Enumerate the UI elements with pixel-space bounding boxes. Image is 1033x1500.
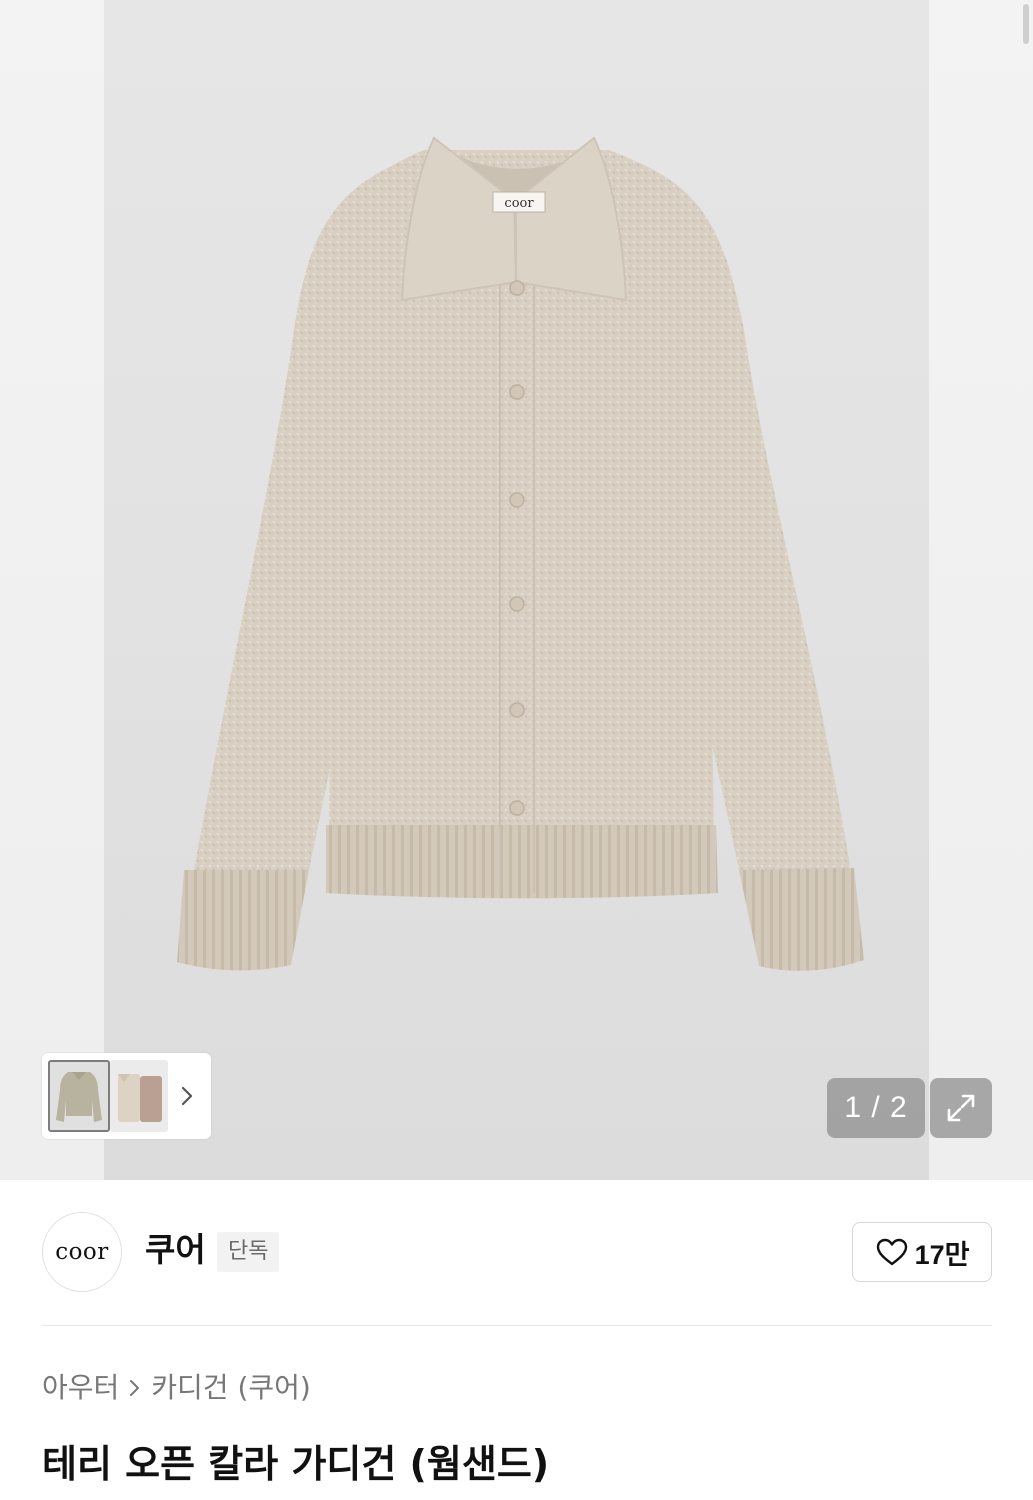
breadcrumb: 아우터 카디건 (쿠어) [42, 1368, 311, 1408]
gallery-edge-right [929, 0, 1033, 1180]
exclusive-badge: 단독 [217, 1232, 280, 1272]
breadcrumb-item-cardigan[interactable]: 카디건 (쿠어) [151, 1368, 311, 1408]
expand-button[interactable] [930, 1078, 992, 1138]
product-image-gallery[interactable]: coor 1 / 2 [0, 0, 1033, 1180]
divider [42, 1325, 992, 1326]
chevron-right-icon [129, 1378, 141, 1398]
thumbnail-strip[interactable] [42, 1053, 211, 1139]
chevron-right-icon[interactable] [180, 1086, 194, 1106]
breadcrumb-item-outer[interactable]: 아우터 [42, 1368, 119, 1408]
garment-label-text: coor [504, 196, 534, 211]
image-counter: 1 / 2 [827, 1078, 925, 1138]
like-count: 17만 [914, 1239, 970, 1270]
expand-arrows-icon [947, 1094, 975, 1122]
scrollbar[interactable] [1023, 4, 1029, 44]
thumbnail-1[interactable] [48, 1060, 110, 1132]
heart-outline-icon [876, 1238, 907, 1266]
gallery-edge-left [0, 0, 104, 1180]
brand-logo[interactable]: coor [42, 1212, 122, 1292]
cardigan-image: coor [177, 136, 864, 971]
brand-logo-text: coor [55, 1239, 109, 1265]
brand-name[interactable]: 쿠어 [145, 1228, 206, 1272]
thumbnail-2[interactable] [110, 1060, 168, 1132]
brand-row: coor 쿠어 단독 17만 [0, 1180, 1033, 1326]
product-title: 테리 오픈 칼라 가디건 (웜샌드) [42, 1442, 550, 1486]
like-button[interactable]: 17만 [852, 1222, 992, 1282]
